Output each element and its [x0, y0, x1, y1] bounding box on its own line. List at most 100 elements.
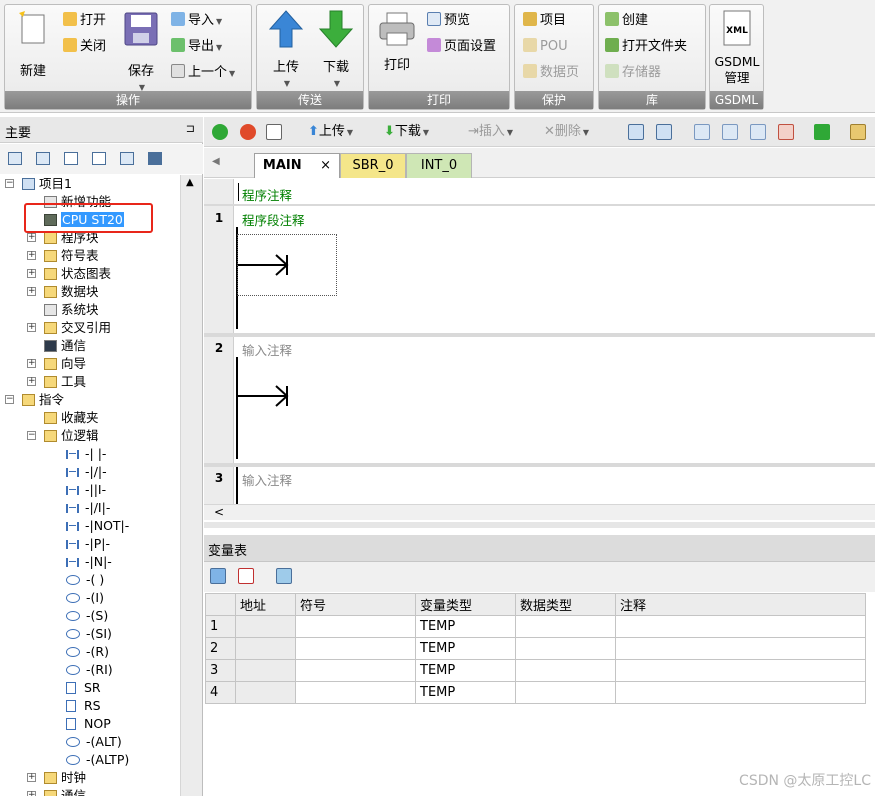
- table-cell[interactable]: [295, 681, 416, 704]
- tree-item[interactable]: 收藏夹: [44, 409, 99, 427]
- editor-hscrollbar[interactable]: <: [204, 504, 875, 520]
- tree-expander-icon[interactable]: +: [27, 287, 36, 296]
- tree-item[interactable]: 状态图表: [44, 265, 111, 283]
- table-action-icon[interactable]: [276, 568, 292, 584]
- program-comment[interactable]: 程序注释: [242, 185, 292, 204]
- table-row[interactable]: 2 TEMP: [205, 637, 866, 660]
- tree-item[interactable]: -( ): [66, 571, 104, 589]
- coil-insert-icon[interactable]: [722, 124, 738, 140]
- gsdml-manage-button[interactable]: XML GSDML 管理: [712, 9, 762, 86]
- table-cell[interactable]: [615, 615, 866, 638]
- compile-icon[interactable]: [266, 124, 282, 140]
- table-cell[interactable]: TEMP: [415, 659, 516, 682]
- tree-item[interactable]: -|NOT|-: [66, 517, 129, 535]
- tree-expander-icon[interactable]: +: [27, 233, 36, 242]
- list-icon[interactable]: [120, 152, 134, 165]
- network-icon[interactable]: [628, 124, 644, 140]
- save-button[interactable]: 保存 ▼: [121, 11, 161, 96]
- splitter[interactable]: [204, 522, 875, 528]
- document-icon[interactable]: [92, 152, 106, 165]
- tree-expander-icon[interactable]: +: [27, 269, 36, 278]
- goto-icon[interactable]: [814, 124, 830, 140]
- tree-item[interactable]: SR: [66, 679, 101, 697]
- table-row[interactable]: 3 TEMP: [205, 659, 866, 682]
- project-protect-button[interactable]: 项目: [523, 12, 566, 30]
- page-setup-button[interactable]: 页面设置: [427, 38, 496, 56]
- editor-upload-button[interactable]: ⬆上传 ▼: [308, 123, 353, 141]
- upload-button[interactable]: 上传 ▼: [263, 9, 309, 92]
- print-button[interactable]: 打印: [375, 11, 419, 74]
- network-comment[interactable]: 输入注释: [242, 340, 292, 359]
- tree-item[interactable]: 系统块: [44, 301, 99, 319]
- network-comment[interactable]: 输入注释: [242, 470, 292, 489]
- pin-icon[interactable]: ⊐: [186, 122, 195, 135]
- pou-protect-button[interactable]: POU: [523, 38, 568, 56]
- run-icon[interactable]: [212, 124, 228, 140]
- ladder-editor[interactable]: 程序注释 1 程序段注释 2 输入注释 3 输入注释 <: [204, 179, 875, 520]
- table-cell[interactable]: [235, 681, 296, 704]
- lock-icon[interactable]: [850, 124, 866, 140]
- insert-row-icon[interactable]: [210, 568, 226, 584]
- tree-item[interactable]: -|P|-: [66, 535, 110, 553]
- tree-expander-icon[interactable]: +: [27, 773, 36, 782]
- delete-button[interactable]: ✕删除 ▼: [544, 123, 589, 141]
- tree-expander-icon[interactable]: +: [27, 791, 36, 796]
- table-row[interactable]: 1 TEMP: [205, 615, 866, 638]
- data-page-protect-button[interactable]: 数据页: [523, 64, 579, 82]
- stop-icon[interactable]: [240, 124, 256, 140]
- scroll-left-icon[interactable]: <: [214, 505, 224, 519]
- tree-expander-icon[interactable]: −: [27, 431, 36, 440]
- tree-item[interactable]: NOP: [66, 715, 111, 733]
- tree-item[interactable]: -||I-: [66, 481, 106, 499]
- tab-int0[interactable]: INT_0: [406, 153, 472, 178]
- export-button[interactable]: 导出 ▼: [171, 38, 222, 56]
- tree-item[interactable]: 通信: [44, 337, 86, 355]
- table-row[interactable]: 4 TEMP: [205, 681, 866, 704]
- tree-item[interactable]: 位逻辑: [44, 427, 99, 445]
- tree-item[interactable]: -(S): [66, 607, 108, 625]
- tab-main[interactable]: MAIN ×: [254, 153, 340, 178]
- tab-close-icon[interactable]: ×: [320, 158, 331, 173]
- table-cell[interactable]: [615, 659, 866, 682]
- editor-download-button[interactable]: ⬇下载 ▼: [384, 123, 429, 141]
- monitor-icon[interactable]: [148, 152, 162, 165]
- table-cell[interactable]: [295, 637, 416, 660]
- table-cell[interactable]: [515, 615, 616, 638]
- table-view-icon[interactable]: [36, 152, 50, 165]
- clear-icon[interactable]: [778, 124, 794, 140]
- tree-item[interactable]: -(I): [66, 589, 104, 607]
- view-icon[interactable]: [8, 152, 22, 165]
- new-button[interactable]: 新建: [13, 11, 53, 80]
- close-button[interactable]: 关闭: [63, 38, 106, 56]
- open-button[interactable]: 打开: [63, 12, 106, 30]
- page-icon[interactable]: [64, 152, 78, 165]
- tree-expander-icon[interactable]: +: [27, 377, 36, 386]
- scroll-up-icon[interactable]: ▲: [186, 177, 194, 188]
- tree-expander-icon[interactable]: +: [27, 323, 36, 332]
- contact-insert-icon[interactable]: [694, 124, 710, 140]
- table-cell[interactable]: [515, 659, 616, 682]
- network-alt-icon[interactable]: [656, 124, 672, 140]
- box-insert-icon[interactable]: [750, 124, 766, 140]
- tree-item[interactable]: -| |-: [66, 445, 106, 463]
- tree-item[interactable]: -(ALT): [66, 733, 122, 751]
- tab-scroll-left-icon[interactable]: ◀: [212, 156, 220, 167]
- upload-dropdown-icon[interactable]: ▼: [265, 76, 309, 92]
- network-comment[interactable]: 程序段注释: [242, 210, 305, 229]
- tree-expander-icon[interactable]: +: [27, 359, 36, 368]
- table-cell[interactable]: [615, 681, 866, 704]
- tree-item[interactable]: -(RI): [66, 661, 113, 679]
- tree-scrollbar[interactable]: ▲: [180, 175, 202, 796]
- tree-item[interactable]: 指令: [22, 391, 64, 409]
- delete-row-icon[interactable]: [238, 568, 254, 584]
- tree-item[interactable]: -|N|-: [66, 553, 112, 571]
- tree-item[interactable]: 通信: [44, 787, 86, 796]
- tree-item[interactable]: 符号表: [44, 247, 99, 265]
- create-library-button[interactable]: 创建: [605, 12, 648, 30]
- table-cell[interactable]: TEMP: [415, 681, 516, 704]
- table-cell[interactable]: [295, 659, 416, 682]
- table-cell[interactable]: [235, 637, 296, 660]
- tree-expander-icon[interactable]: −: [5, 179, 14, 188]
- table-cell[interactable]: [615, 637, 866, 660]
- table-cell[interactable]: [235, 659, 296, 682]
